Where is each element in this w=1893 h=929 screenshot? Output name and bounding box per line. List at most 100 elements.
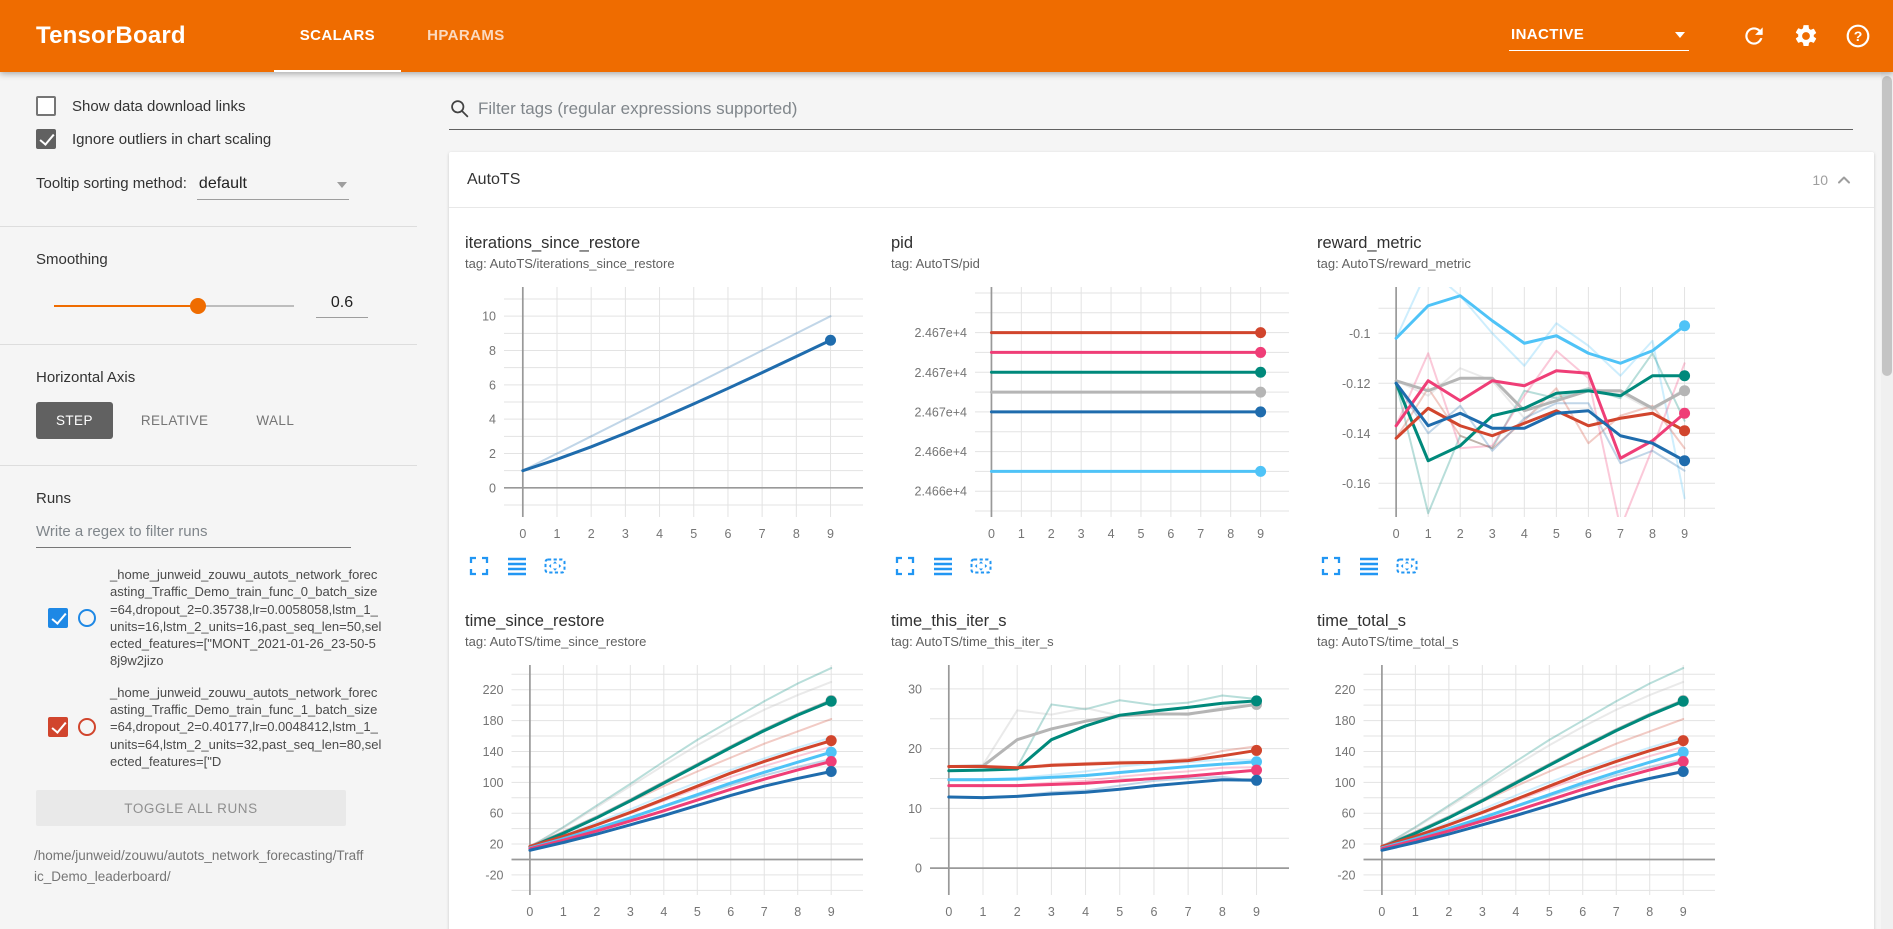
divider bbox=[0, 226, 417, 227]
svg-text:2: 2 bbox=[1014, 905, 1021, 919]
svg-text:7: 7 bbox=[761, 905, 768, 919]
tag-group-collapse[interactable]: 10 bbox=[1812, 170, 1854, 190]
svg-text:6: 6 bbox=[727, 905, 734, 919]
chart-plot[interactable]: 2.467e+42.467e+42.467e+42.466e+42.466e+4… bbox=[891, 279, 1301, 547]
log-scale-icon[interactable] bbox=[931, 554, 955, 578]
svg-text:2: 2 bbox=[1048, 527, 1055, 541]
svg-text:2.467e+4: 2.467e+4 bbox=[915, 366, 968, 380]
svg-text:4: 4 bbox=[1082, 905, 1089, 919]
search-icon bbox=[449, 98, 470, 119]
svg-text:4: 4 bbox=[1521, 527, 1528, 541]
scrollbar-thumb[interactable] bbox=[1882, 76, 1892, 376]
axis-button-relative[interactable]: RELATIVE bbox=[121, 402, 228, 439]
run-radio-icon[interactable] bbox=[78, 718, 96, 736]
svg-text:100: 100 bbox=[1335, 776, 1356, 790]
chart-plot[interactable]: -0.1-0.12-0.14-0.160123456789 bbox=[1317, 279, 1727, 547]
chart-plot[interactable]: 01020300123456789 bbox=[891, 657, 1301, 925]
expand-chart-icon[interactable] bbox=[893, 554, 917, 578]
svg-text:7: 7 bbox=[1185, 905, 1192, 919]
log-scale-icon[interactable] bbox=[505, 554, 529, 578]
svg-text:5: 5 bbox=[1553, 527, 1560, 541]
svg-text:7: 7 bbox=[1197, 527, 1204, 541]
svg-text:7: 7 bbox=[759, 527, 766, 541]
axis-button-wall[interactable]: WALL bbox=[236, 402, 314, 439]
svg-text:5: 5 bbox=[1546, 905, 1553, 919]
svg-text:8: 8 bbox=[1649, 527, 1656, 541]
expand-chart-icon[interactable] bbox=[1319, 554, 1343, 578]
help-button[interactable]: ? bbox=[1845, 23, 1871, 49]
status-dropdown[interactable]: INACTIVE bbox=[1509, 22, 1689, 51]
tab-hparams[interactable]: HPARAMS bbox=[401, 0, 531, 72]
chart-tile-iterations_since_restore: iterations_since_restore tag: AutoTS/ite… bbox=[465, 234, 891, 578]
smoothing-slider[interactable] bbox=[54, 305, 294, 307]
scrollbar[interactable] bbox=[1881, 72, 1893, 929]
svg-text:8: 8 bbox=[1646, 905, 1653, 919]
fit-domain-icon[interactable] bbox=[969, 554, 993, 578]
slider-thumb[interactable] bbox=[190, 298, 206, 314]
checkbox-label: Ignore outliers in chart scaling bbox=[72, 131, 271, 148]
app-title: TensorBoard bbox=[36, 22, 186, 50]
chart-plot[interactable]: 02468100123456789 bbox=[465, 279, 875, 547]
svg-text:6: 6 bbox=[1585, 527, 1592, 541]
svg-text:1: 1 bbox=[1425, 527, 1432, 541]
run-list-item-0[interactable]: _home_junweid_zouwu_autots_network_forec… bbox=[36, 566, 387, 670]
tag-group-title: AutoTS bbox=[467, 171, 520, 189]
checkbox-icon[interactable] bbox=[36, 129, 56, 149]
svg-text:2.467e+4: 2.467e+4 bbox=[915, 326, 968, 340]
tag-group-card: AutoTS 10 iterations_since_restore tag: … bbox=[449, 152, 1874, 929]
settings-button[interactable] bbox=[1793, 23, 1819, 49]
chart-tag: tag: AutoTS/time_this_iter_s bbox=[891, 634, 1317, 649]
svg-text:6: 6 bbox=[724, 527, 731, 541]
fit-domain-icon[interactable] bbox=[1395, 554, 1419, 578]
svg-text:3: 3 bbox=[622, 527, 629, 541]
svg-text:60: 60 bbox=[1342, 807, 1356, 821]
tooltip-sort-dropdown[interactable]: default bbox=[197, 175, 349, 200]
run-checkbox-icon[interactable] bbox=[48, 608, 68, 628]
tag-filter-bar[interactable]: Filter tags (regular expressions support… bbox=[449, 98, 1853, 130]
smoothing-value[interactable]: 0.6 bbox=[316, 294, 368, 318]
svg-text:3: 3 bbox=[1048, 905, 1055, 919]
checkbox-icon[interactable] bbox=[36, 96, 56, 116]
run-checkbox-icon[interactable] bbox=[48, 717, 68, 737]
tag-group-header[interactable]: AutoTS 10 bbox=[449, 152, 1874, 208]
chart-title: pid bbox=[891, 234, 1317, 253]
run-name: _home_junweid_zouwu_autots_network_forec… bbox=[110, 566, 382, 670]
chart-title: iterations_since_restore bbox=[465, 234, 891, 253]
chart-plot[interactable]: -2020601001401802200123456789 bbox=[1317, 657, 1727, 925]
svg-text:2.467e+4: 2.467e+4 bbox=[915, 405, 968, 419]
runs-label: Runs bbox=[36, 490, 387, 507]
svg-text:3: 3 bbox=[1479, 905, 1486, 919]
dashboard-main: Filter tags (regular expressions support… bbox=[417, 72, 1879, 929]
divider bbox=[0, 465, 417, 466]
checkbox-label: Show data download links bbox=[72, 98, 245, 115]
top-tabs: SCALARS HPARAMS bbox=[274, 0, 531, 72]
svg-text:8: 8 bbox=[1219, 905, 1226, 919]
svg-text:3: 3 bbox=[1078, 527, 1085, 541]
axis-button-step[interactable]: STEP bbox=[36, 402, 113, 439]
svg-text:-0.12: -0.12 bbox=[1342, 377, 1371, 391]
checkbox-ignore-outliers[interactable]: Ignore outliers in chart scaling bbox=[36, 129, 387, 149]
expand-chart-icon[interactable] bbox=[467, 554, 491, 578]
tab-scalars[interactable]: SCALARS bbox=[274, 0, 401, 72]
tag-filter-input[interactable]: Filter tags (regular expressions support… bbox=[478, 99, 797, 119]
runs-list: _home_junweid_zouwu_autots_network_forec… bbox=[36, 566, 387, 770]
run-list-item-1[interactable]: _home_junweid_zouwu_autots_network_forec… bbox=[36, 684, 387, 770]
chart-tag: tag: AutoTS/pid bbox=[891, 256, 1317, 271]
log-scale-icon[interactable] bbox=[1357, 554, 1381, 578]
refresh-button[interactable] bbox=[1741, 23, 1767, 49]
run-radio-icon[interactable] bbox=[78, 609, 96, 627]
svg-text:4: 4 bbox=[656, 527, 663, 541]
status-dropdown-value: INACTIVE bbox=[1511, 26, 1584, 43]
checkbox-show-download-links[interactable]: Show data download links bbox=[36, 96, 387, 116]
svg-text:180: 180 bbox=[1335, 714, 1356, 728]
fit-domain-icon[interactable] bbox=[543, 554, 567, 578]
svg-text:20: 20 bbox=[908, 742, 922, 756]
chart-tag: tag: AutoTS/time_total_s bbox=[1317, 634, 1743, 649]
dropdown-caret-icon bbox=[1675, 32, 1685, 38]
toggle-all-runs-button[interactable]: TOGGLE ALL RUNS bbox=[36, 790, 346, 826]
horizontal-axis-label: Horizontal Axis bbox=[36, 369, 387, 386]
chart-plot[interactable]: -2020601001401802200123456789 bbox=[465, 657, 875, 925]
svg-text:2.466e+4: 2.466e+4 bbox=[915, 485, 968, 499]
runs-filter-input[interactable]: Write a regex to filter runs bbox=[36, 523, 351, 548]
svg-text:140: 140 bbox=[1335, 745, 1356, 759]
